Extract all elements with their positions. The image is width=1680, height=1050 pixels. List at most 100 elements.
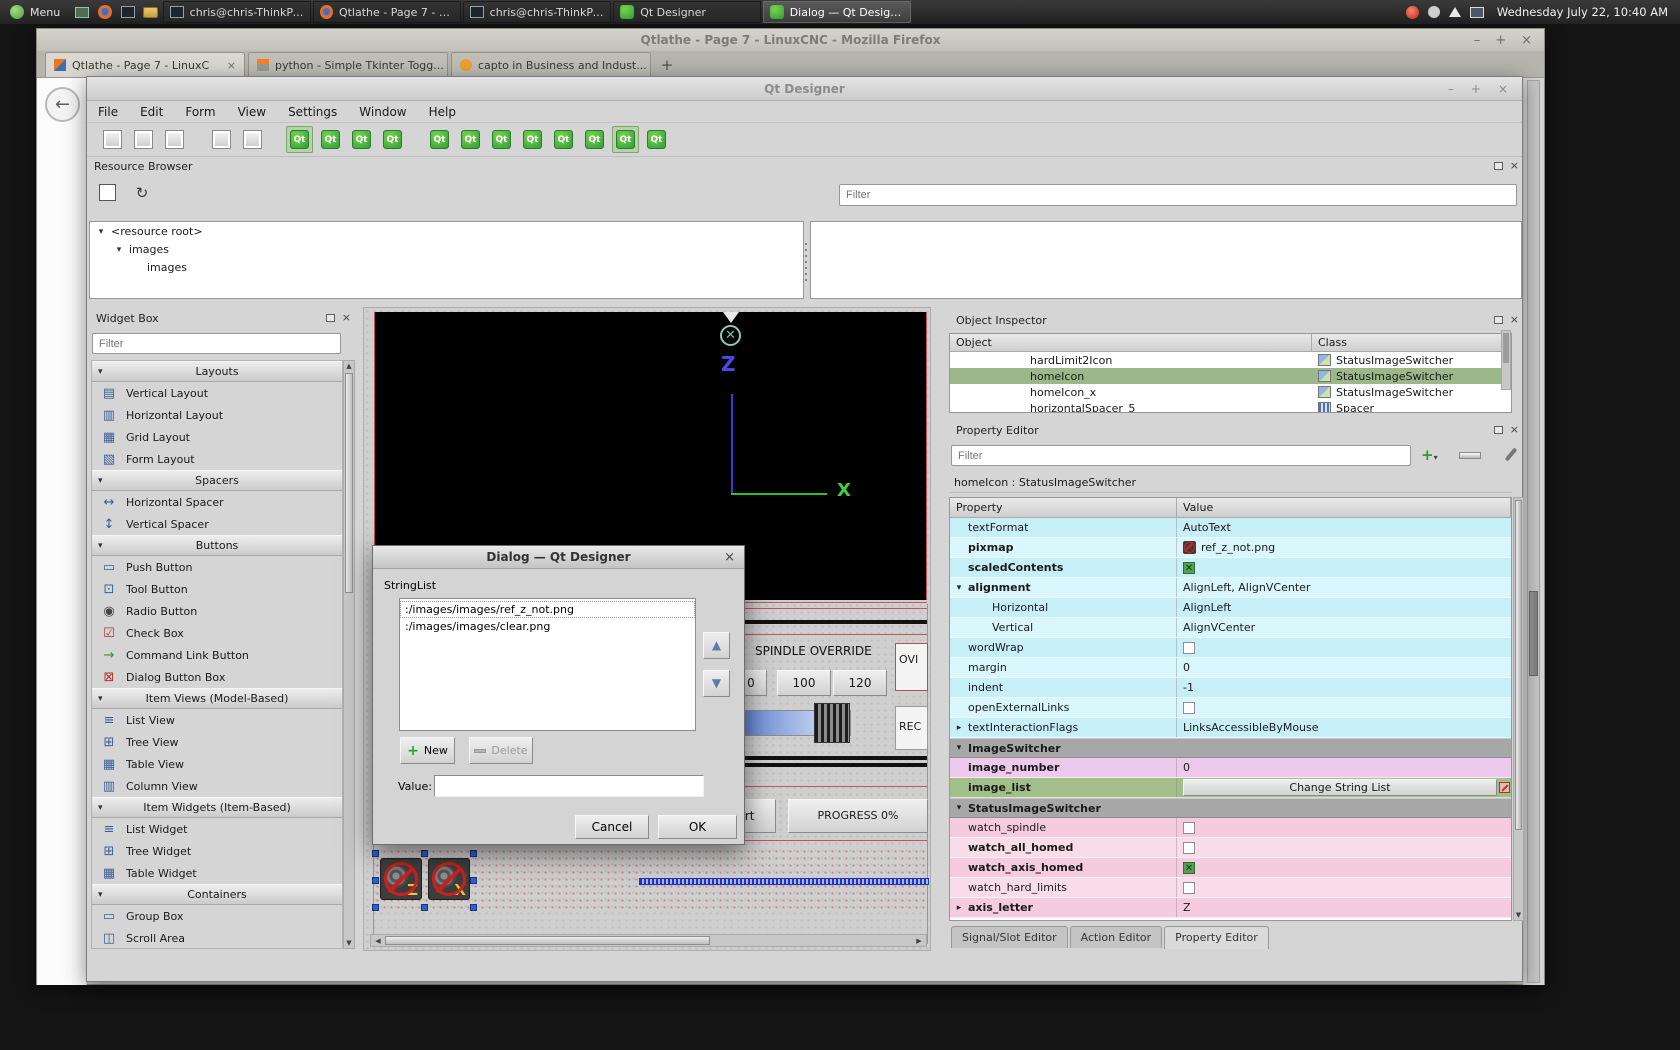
scroll-down-icon[interactable]: ▼ xyxy=(1514,911,1523,919)
menu-help[interactable]: Help xyxy=(418,105,467,119)
scrollbar-thumb[interactable] xyxy=(1529,591,1538,676)
layout-horizontal-button[interactable]: Qt xyxy=(426,126,453,153)
widget-section-3[interactable]: ▾Item Views (Model-Based) xyxy=(92,688,342,709)
edit-tab-order-button[interactable]: Qt xyxy=(379,126,406,153)
stringlist-item[interactable]: :/images/images/ref_z_not.png xyxy=(400,601,695,618)
splitter-handle[interactable] xyxy=(804,241,808,281)
widget-item[interactable]: ⊞Tree View xyxy=(92,731,342,753)
property-group-StatusImageSwitcher[interactable]: ▾StatusImageSwitcher xyxy=(950,798,1511,818)
layout-splitter-v-button[interactable]: Qt xyxy=(519,126,546,153)
stringlist-item[interactable]: :/images/images/clear.png xyxy=(400,618,695,635)
selection-handle[interactable] xyxy=(421,850,428,857)
firefox-tab-2[interactable]: capto in Business and Indust...× xyxy=(451,52,651,77)
edit-widgets-button[interactable]: Qt xyxy=(286,126,313,153)
widget-item[interactable]: ◉Radio Button xyxy=(92,600,342,622)
widget-item[interactable]: ↔Horizontal Spacer xyxy=(92,491,342,513)
object-row-homeIcon[interactable]: homeIconStatusImageSwitcher xyxy=(950,368,1511,384)
firefox-icon[interactable] xyxy=(96,4,113,20)
dock-close-icon[interactable]: × xyxy=(342,313,351,323)
slider-handle[interactable] xyxy=(814,703,850,743)
maximize-icon[interactable]: + xyxy=(1495,33,1506,48)
resource-tree-item[interactable]: ▾<resource root> xyxy=(90,222,803,240)
reset-property-icon[interactable] xyxy=(1499,782,1510,793)
scrollbar-thumb[interactable] xyxy=(1515,500,1522,830)
edit-signals-button[interactable]: Qt xyxy=(317,126,344,153)
property-row-watch_axis_homed[interactable]: watch_axis_homed✕ xyxy=(950,858,1511,878)
terminal-icon[interactable] xyxy=(119,4,136,20)
property-row-indent[interactable]: indent-1 xyxy=(950,678,1511,698)
widget-item[interactable]: ▧Form Layout xyxy=(92,448,342,470)
property-row-scaledContents[interactable]: scaledContents✕ xyxy=(950,558,1511,578)
selection-handle[interactable] xyxy=(372,877,379,884)
minimize-icon[interactable]: – xyxy=(1448,82,1454,96)
files-icon[interactable] xyxy=(142,4,159,20)
widget-item[interactable]: ▥Horizontal Layout xyxy=(92,404,342,426)
taskbar-window-3[interactable]: Qt Designer xyxy=(613,1,761,23)
delete-button[interactable]: Delete xyxy=(469,737,533,764)
property-row-wordWrap[interactable]: wordWrap xyxy=(950,638,1511,658)
widget-section-5[interactable]: ▾Containers xyxy=(92,884,342,905)
home-icon-widget-x[interactable]: X xyxy=(428,858,470,900)
close-icon[interactable]: × xyxy=(724,546,735,569)
shield-icon[interactable] xyxy=(1406,6,1419,19)
selection-handle[interactable] xyxy=(470,904,477,911)
save-form-button[interactable] xyxy=(161,126,188,153)
adjust-size-button[interactable]: Qt xyxy=(643,126,670,153)
selection-handle[interactable] xyxy=(372,904,379,911)
paste-button[interactable] xyxy=(239,126,266,153)
layout-splitter-h-button[interactable]: Qt xyxy=(488,126,515,153)
widget-item[interactable]: ▦Grid Layout xyxy=(92,426,342,448)
tab-action-editor[interactable]: Action Editor xyxy=(1070,926,1163,948)
chevron-right-icon[interactable]: ▸ xyxy=(954,903,964,913)
checkbox-unchecked[interactable] xyxy=(1183,842,1195,854)
move-up-button[interactable]: ▲ xyxy=(703,632,730,659)
widget-box-scrollbar[interactable]: ▲ ▼ xyxy=(343,360,355,949)
widget-item[interactable]: ⊡Tool Button xyxy=(92,578,342,600)
maximize-icon[interactable]: + xyxy=(1471,82,1481,96)
column-header-object[interactable]: Object xyxy=(950,334,1312,351)
widget-item[interactable]: ▭Group Box xyxy=(92,905,342,927)
dock-float-icon[interactable] xyxy=(326,314,335,322)
widget-section-4[interactable]: ▾Item Widgets (Item-Based) xyxy=(92,797,342,818)
property-row-axis_letter[interactable]: ▸axis_letterZ xyxy=(950,898,1511,918)
column-header-class[interactable]: Class xyxy=(1312,334,1511,351)
object-row-horizontalSpacer_5[interactable]: horizontalSpacer_5Spacer xyxy=(950,400,1511,413)
form-horizontal-scrollbar[interactable]: ◀ ▶ xyxy=(370,934,927,947)
menu-file[interactable]: File xyxy=(87,105,129,119)
firefox-tab-0[interactable]: Qtlathe - Page 7 - LinuxC× xyxy=(45,52,245,77)
remove-dynamic-property-icon[interactable] xyxy=(1459,452,1481,459)
chevron-down-icon[interactable]: ▾ xyxy=(954,583,964,593)
selection-handle[interactable] xyxy=(470,850,477,857)
property-group-ImageSwitcher[interactable]: ▾ImageSwitcher xyxy=(950,738,1511,758)
taskbar-window-2[interactable]: chris@chris-ThinkPa... xyxy=(463,1,611,23)
property-filter-input[interactable] xyxy=(951,445,1411,466)
widget-section-2[interactable]: ▾Buttons xyxy=(92,535,342,556)
change-string-list-button[interactable]: Change String List xyxy=(1183,779,1497,796)
progress-line-widget[interactable] xyxy=(639,878,929,885)
widget-item[interactable]: ▦Table Widget xyxy=(92,862,342,884)
checkbox-unchecked[interactable] xyxy=(1183,642,1195,654)
menu-button[interactable]: Menu xyxy=(0,0,70,24)
widget-item[interactable]: ☑Check Box xyxy=(92,622,342,644)
selection-handle[interactable] xyxy=(470,877,477,884)
expander-icon[interactable]: ▾ xyxy=(114,245,124,255)
property-row-textFormat[interactable]: textFormatAutoText xyxy=(950,518,1511,538)
widget-item[interactable]: ⊞Tree Widget xyxy=(92,840,342,862)
object-row-homeIcon_x[interactable]: homeIcon_xStatusImageSwitcher xyxy=(950,384,1511,400)
chevron-down-icon[interactable]: ▾ xyxy=(954,743,964,753)
menu-form[interactable]: Form xyxy=(174,105,226,119)
property-row-watch_hard_limits[interactable]: watch_hard_limits xyxy=(950,878,1511,898)
widget-item[interactable]: ≡List Widget xyxy=(92,818,342,840)
property-row-textInteractionFlags[interactable]: ▸textInteractionFlagsLinksAccessibleByMo… xyxy=(950,718,1511,738)
taskbar-window-0[interactable]: chris@chris-ThinkPa... xyxy=(163,1,311,23)
chevron-right-icon[interactable]: ▸ xyxy=(954,723,964,733)
column-header-property[interactable]: Property xyxy=(950,498,1177,517)
edit-resources-icon[interactable] xyxy=(99,184,116,201)
selection-handle[interactable] xyxy=(372,850,379,857)
clock[interactable]: Wednesday July 22, 10:40 AM xyxy=(1497,5,1668,19)
copy-button[interactable] xyxy=(208,126,235,153)
widget-filter-input[interactable] xyxy=(92,333,341,354)
property-editor-scrollbar[interactable]: ▼ xyxy=(1513,497,1524,921)
widget-item[interactable]: ⊠Dialog Button Box xyxy=(92,666,342,688)
property-row-pixmap[interactable]: pixmapref_z_not.png xyxy=(950,538,1511,558)
